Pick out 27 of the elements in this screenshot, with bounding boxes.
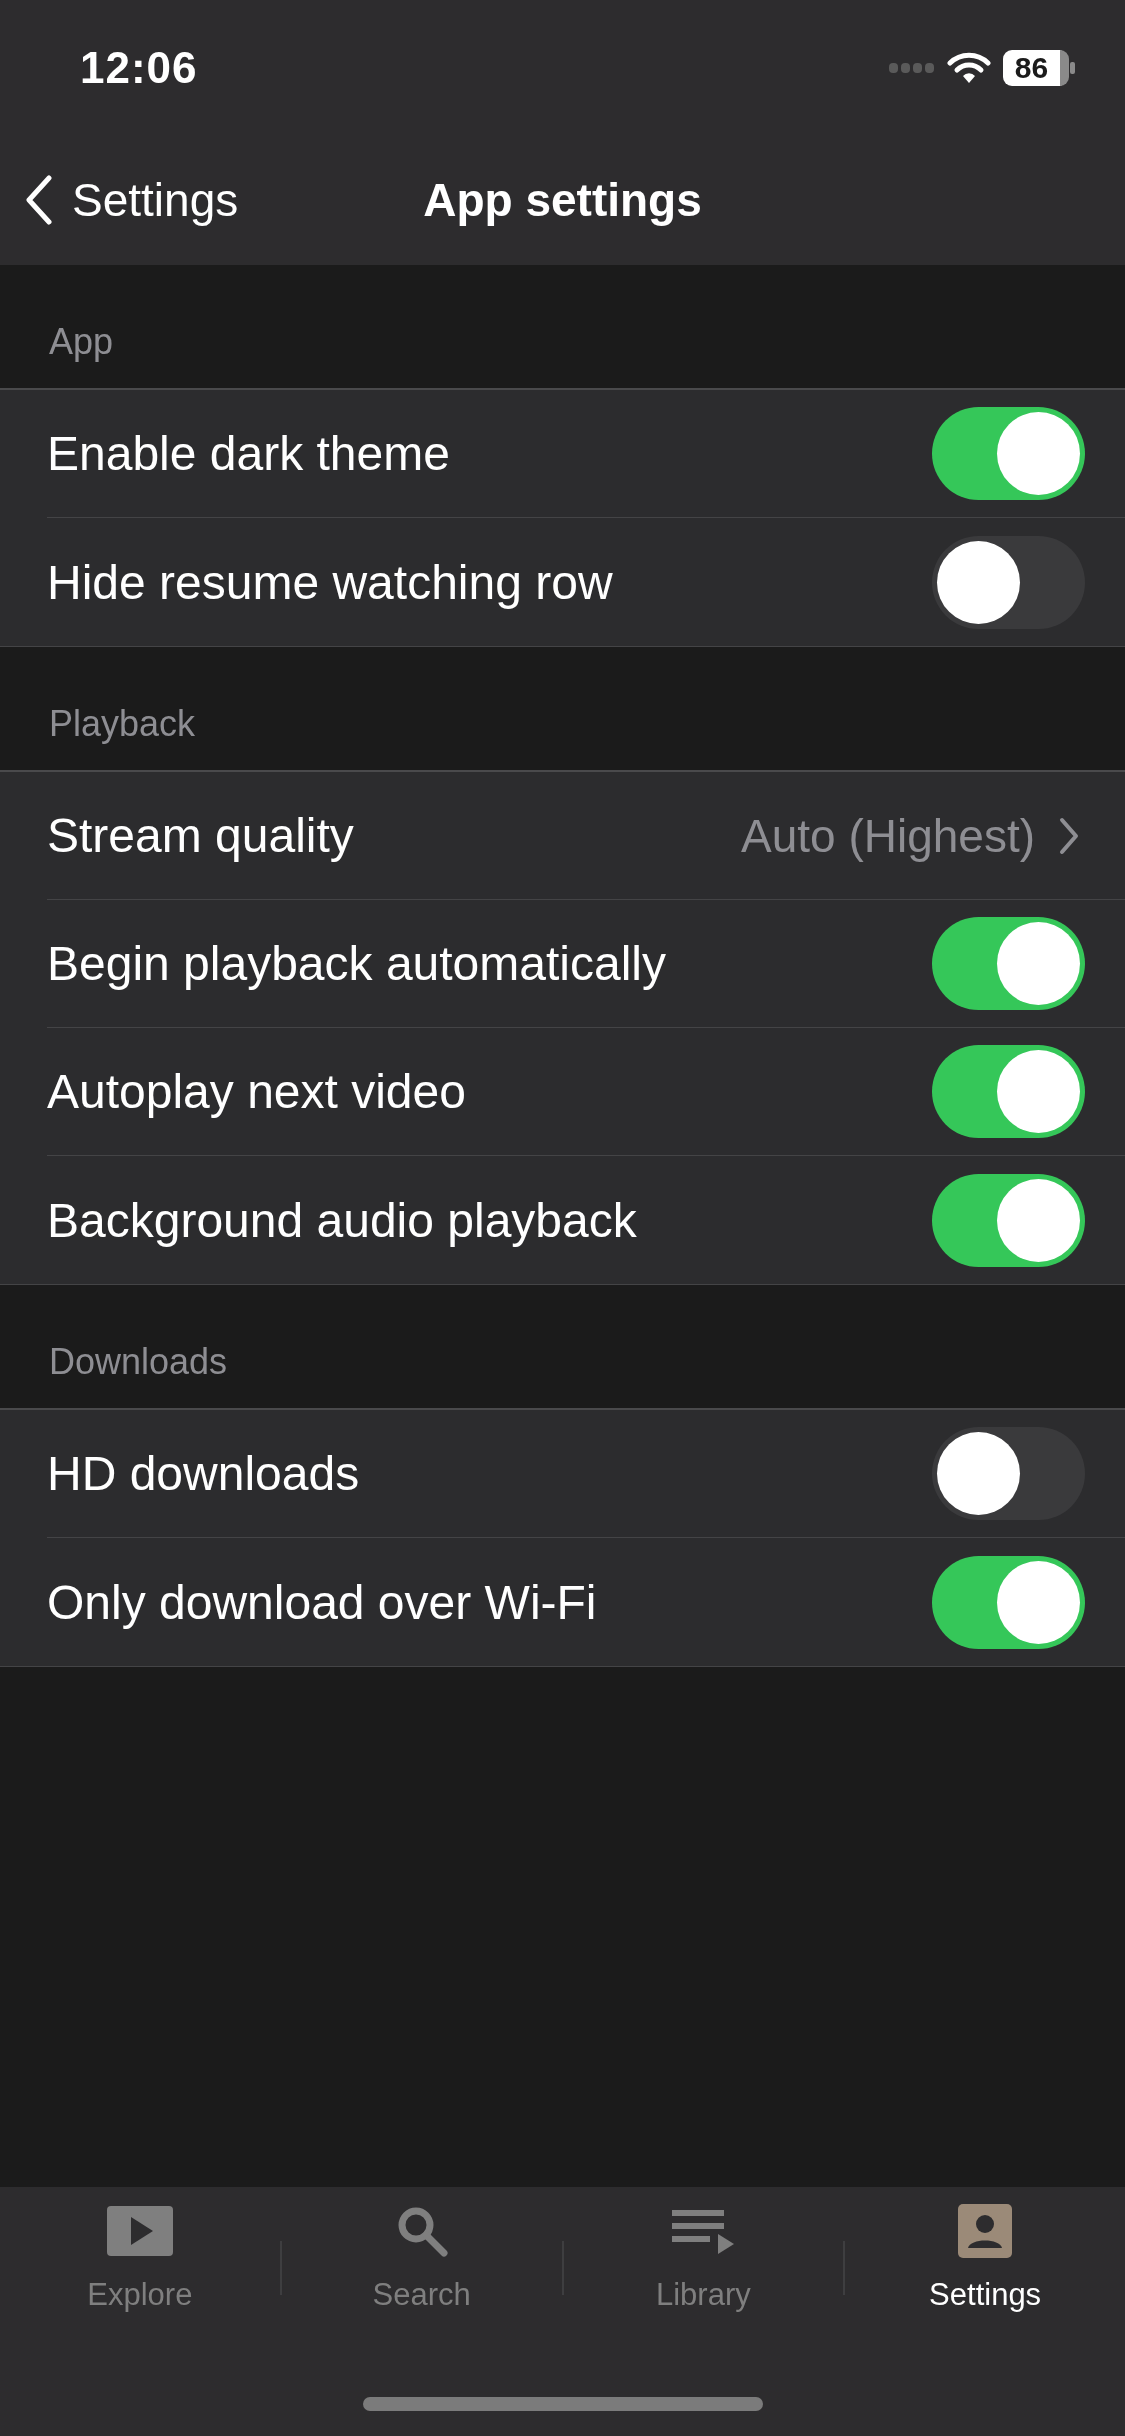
screen-title: App settings [423,173,702,227]
setting-label: Enable dark theme [47,426,450,481]
setting-label: Begin playback automatically [47,936,666,991]
status-time: 12:06 [80,42,198,93]
back-button[interactable]: Settings [0,172,245,228]
section-header: App [49,321,114,363]
battery-level: 86 [1003,49,1069,86]
setting-label: Hide resume watching row [47,554,613,610]
signal-icon [889,60,935,75]
wifi-icon [947,50,991,85]
chevron-right-icon[interactable] [1059,816,1079,855]
setting-label: HD downloads [47,1446,360,1501]
section-header: Playback [49,703,196,745]
setting-label: Only download over Wi-Fi [47,1574,597,1630]
battery-cap-icon [1069,61,1075,74]
tab-item[interactable]: Library [563,2201,844,2347]
setting-label: Background audio playback [47,1192,637,1248]
setting-label: Stream quality [47,808,354,863]
chevron-left-icon [26,175,52,225]
play-icon [106,2206,173,2256]
section-header: Downloads [49,1341,228,1383]
tab-item[interactable]: Explore [0,2201,280,2347]
tab-item[interactable]: Search [281,2201,562,2347]
setting-label: Autoplay next video [47,1064,466,1119]
tab-item[interactable]: Settings [845,2201,1125,2347]
person-icon [958,2204,1013,2258]
setting-value[interactable]: Auto (Highest) [741,808,1035,863]
